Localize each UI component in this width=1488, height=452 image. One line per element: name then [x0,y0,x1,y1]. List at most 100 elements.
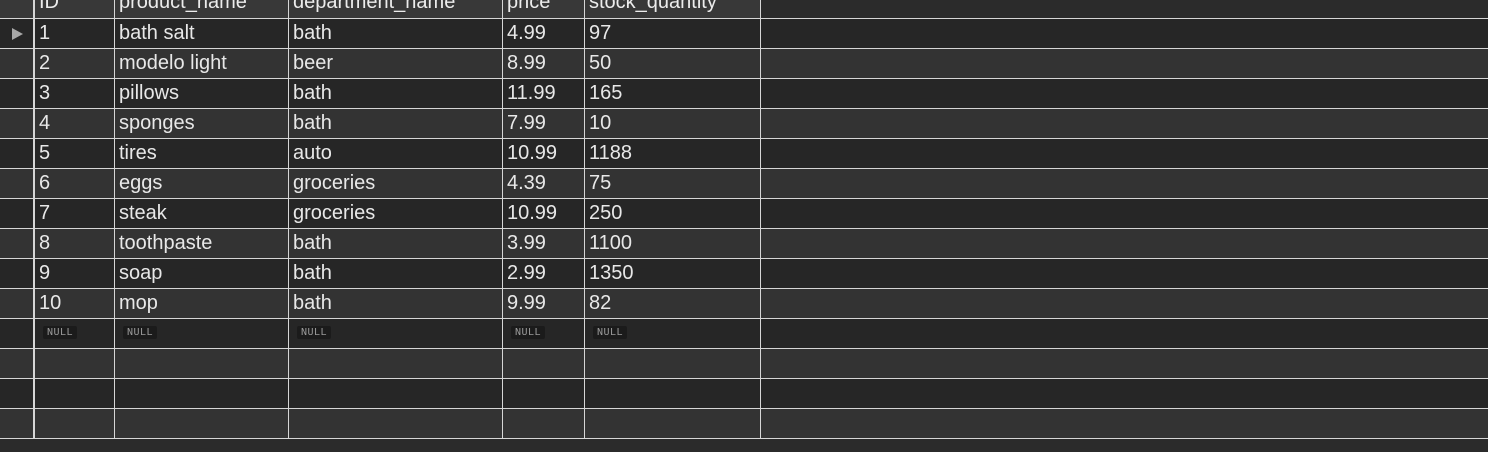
cell-product-name[interactable]: toothpaste [115,229,289,258]
cell-id[interactable]: 1 [35,19,115,48]
cell-id[interactable]: 6 [35,169,115,198]
row-gutter[interactable] [0,409,35,438]
cell-department-name[interactable]: bath [289,259,503,288]
cell-department-name[interactable]: groceries [289,199,503,228]
cell-department-name[interactable]: auto [289,139,503,168]
cell-price[interactable]: 4.39 [503,169,585,198]
cell-price[interactable]: 9.99 [503,289,585,318]
table-row[interactable]: 5 tires auto 10.99 1188 [0,139,1488,169]
row-gutter[interactable] [0,139,35,168]
cell-department-name[interactable]: bath [289,19,503,48]
table-row[interactable]: 8 toothpaste bath 3.99 1100 [0,229,1488,259]
cell-id[interactable]: 8 [35,229,115,258]
current-row-pointer-icon [12,28,23,40]
row-gutter[interactable] [0,229,35,258]
table-row[interactable]: 10 mop bath 9.99 82 [0,289,1488,319]
column-header-stock-quantity[interactable]: stock_quantity [585,0,761,18]
cell-stock-quantity-new[interactable]: NULL [585,319,761,348]
row-gutter[interactable] [0,199,35,228]
cell-product-name[interactable]: sponges [115,109,289,138]
row-filler [761,259,1488,288]
column-header-price[interactable]: price [503,0,585,18]
cell-price[interactable]: 4.99 [503,19,585,48]
empty-row[interactable] [0,379,1488,409]
row-gutter[interactable] [0,289,35,318]
cell-id[interactable]: 4 [35,109,115,138]
table-row[interactable]: 1 bath salt bath 4.99 97 [0,19,1488,49]
new-row[interactable]: NULL NULL NULL NULL NULL [0,319,1488,349]
row-filler [761,109,1488,138]
empty-row[interactable] [0,409,1488,439]
cell-stock-quantity[interactable]: 97 [585,19,761,48]
row-gutter[interactable] [0,349,35,378]
header-row: ID product_name department_name price st… [0,0,1488,19]
cell-id[interactable]: 5 [35,139,115,168]
cell-department-name[interactable]: beer [289,49,503,78]
table-row[interactable]: 4 sponges bath 7.99 10 [0,109,1488,139]
header-filler [761,0,1488,18]
cell-price[interactable]: 10.99 [503,199,585,228]
cell-id-empty [35,409,115,438]
row-filler [761,229,1488,258]
cell-product-name[interactable]: modelo light [115,49,289,78]
row-gutter[interactable] [0,79,35,108]
cell-department-name[interactable]: bath [289,109,503,138]
cell-price-new[interactable]: NULL [503,319,585,348]
table-row[interactable]: 6 eggs groceries 4.39 75 [0,169,1488,199]
cell-product-name[interactable]: bath salt [115,19,289,48]
cell-stock-quantity[interactable]: 75 [585,169,761,198]
cell-department-name[interactable]: groceries [289,169,503,198]
cell-stock-quantity[interactable]: 10 [585,109,761,138]
cell-price[interactable]: 10.99 [503,139,585,168]
cell-product-name[interactable]: eggs [115,169,289,198]
cell-stock-quantity[interactable]: 82 [585,289,761,318]
cell-stock-quantity[interactable]: 50 [585,49,761,78]
row-gutter[interactable] [0,19,35,48]
cell-product-name-new[interactable]: NULL [115,319,289,348]
cell-price[interactable]: 3.99 [503,229,585,258]
cell-department-name[interactable]: bath [289,229,503,258]
column-header-id[interactable]: ID [35,0,115,18]
cell-stock-quantity[interactable]: 165 [585,79,761,108]
cell-id[interactable]: 7 [35,199,115,228]
row-gutter[interactable] [0,49,35,78]
cell-product-name[interactable]: mop [115,289,289,318]
cell-price[interactable]: 7.99 [503,109,585,138]
cell-product-name[interactable]: pillows [115,79,289,108]
column-header-product-name[interactable]: product_name [115,0,289,18]
cell-id[interactable]: 2 [35,49,115,78]
row-filler [761,79,1488,108]
cell-department-name[interactable]: bath [289,289,503,318]
row-gutter[interactable] [0,319,35,348]
cell-id[interactable]: 9 [35,259,115,288]
table-row[interactable]: 3 pillows bath 11.99 165 [0,79,1488,109]
cell-price[interactable]: 11.99 [503,79,585,108]
cell-department-name[interactable]: bath [289,79,503,108]
column-header-department-name[interactable]: department_name [289,0,503,18]
cell-stock-quantity[interactable]: 1188 [585,139,761,168]
cell-stock-quantity[interactable]: 250 [585,199,761,228]
table-row[interactable]: 9 soap bath 2.99 1350 [0,259,1488,289]
cell-id[interactable]: 3 [35,79,115,108]
table-body: 1 bath salt bath 4.99 97 2 modelo light beer 8.9… [0,19,1488,439]
cell-product-name[interactable]: soap [115,259,289,288]
table-row[interactable]: 2 modelo light beer 8.99 50 [0,49,1488,79]
row-gutter[interactable] [0,259,35,288]
row-filler [761,409,1488,438]
cell-department-name-new[interactable]: NULL [289,319,503,348]
cell-price[interactable]: 2.99 [503,259,585,288]
row-gutter[interactable] [0,169,35,198]
cell-stock-quantity[interactable]: 1100 [585,229,761,258]
cell-id[interactable]: 10 [35,289,115,318]
row-gutter[interactable] [0,109,35,138]
cell-id-new[interactable]: NULL [35,319,115,348]
cell-stock-quantity[interactable]: 1350 [585,259,761,288]
cell-product-name[interactable]: steak [115,199,289,228]
cell-product-name[interactable]: tires [115,139,289,168]
empty-row[interactable] [0,349,1488,379]
null-badge: NULL [593,326,628,339]
cell-price[interactable]: 8.99 [503,49,585,78]
row-gutter[interactable] [0,379,35,408]
null-badge: NULL [43,326,78,339]
table-row[interactable]: 7 steak groceries 10.99 250 [0,199,1488,229]
